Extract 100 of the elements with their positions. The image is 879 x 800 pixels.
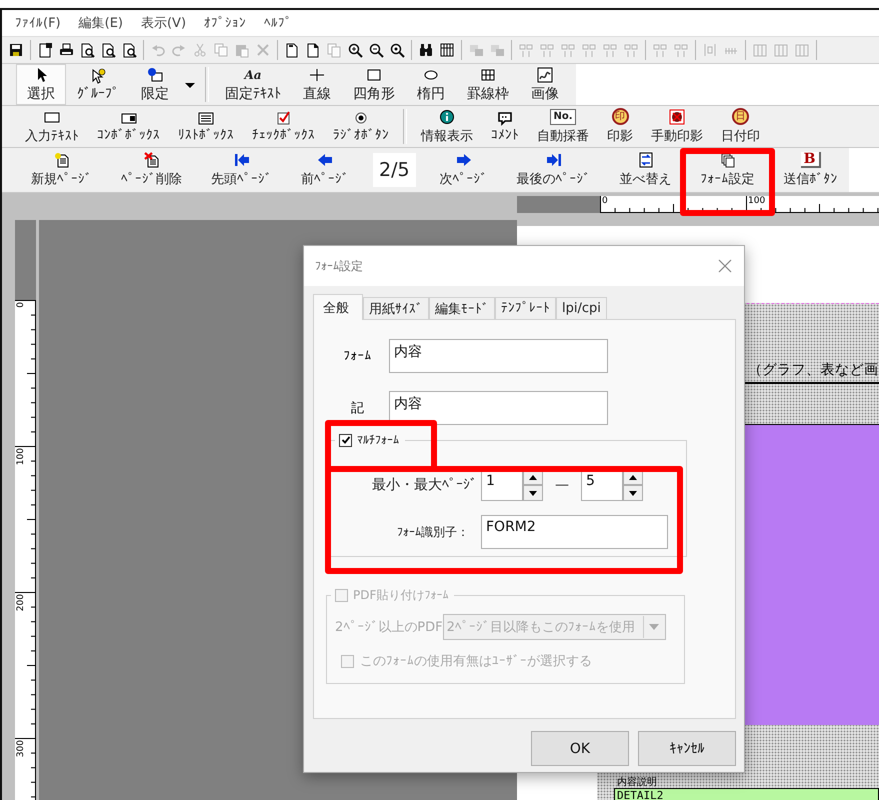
tool-button[interactable]: 情報表示: [412, 106, 482, 147]
ruler-label: 0: [602, 197, 608, 206]
menu-item[interactable]: ﾍﾙﾌﾟ: [255, 16, 302, 30]
ruler-label: 0: [17, 302, 26, 308]
page-magnifier-icon[interactable]: [121, 42, 137, 58]
page-magnifier-icon[interactable]: [100, 42, 116, 58]
tool-button[interactable]: No. 自動採番: [528, 106, 598, 147]
right-arrow-icon: [454, 152, 473, 168]
tool-button[interactable]: 罫線枠: [456, 64, 520, 105]
toolbar-button[interactable]: 前ﾍﾟｰｼﾞ: [296, 148, 354, 192]
tool-button[interactable]: ｺﾝﾎﾞﾎﾞｯｸｽ: [88, 106, 169, 147]
down-triangle-icon: [529, 490, 537, 496]
tool-button[interactable]: ｺﾒﾝﾄ: [482, 106, 528, 147]
last-page-icon: [544, 152, 563, 168]
tool-button[interactable]: 日 日付印: [712, 106, 769, 147]
rectangle-icon: [365, 66, 383, 82]
spin-down-button[interactable]: [623, 485, 643, 501]
spin-field[interactable]: 5: [581, 469, 623, 501]
grid-icon[interactable]: [439, 42, 455, 58]
range-dash: —: [555, 477, 569, 493]
tool-button[interactable]: ｸﾞﾙｰﾌﾟ: [66, 64, 130, 105]
tab[interactable]: lpi/cpi: [556, 297, 607, 319]
checkbox-label: ﾏﾙﾁﾌｫｰﾑ: [357, 433, 399, 447]
number-icon: No.: [550, 108, 576, 124]
ruler-label: 100: [17, 448, 26, 466]
zoom-out-icon[interactable]: [368, 42, 384, 58]
toolbar-button[interactable]: 次ﾍﾟｰｼﾞ: [434, 148, 493, 192]
printer-icon[interactable]: [58, 42, 74, 58]
left-arrow-icon: [316, 152, 334, 168]
field-label: 2ﾍﾟｰｼﾞ以上のPDF: [335, 619, 443, 636]
toolbar-button[interactable]: 並べ替え: [614, 148, 677, 192]
tab[interactable]: 全般: [313, 294, 363, 320]
letter-b-icon: B: [800, 152, 820, 168]
up-triangle-icon: [629, 474, 637, 480]
ruler-label: 100: [748, 197, 766, 206]
page-icon[interactable]: [284, 42, 300, 58]
tab[interactable]: 編集ﾓｰﾄﾞ: [429, 297, 495, 319]
stamp-icon: [668, 108, 686, 124]
seal-icon: 印: [612, 108, 628, 125]
field-label: ﾌｫｰﾑ: [344, 348, 372, 364]
tool-button[interactable]: 楕円: [406, 64, 456, 105]
tool-button[interactable]: 限定: [130, 64, 180, 105]
input-field[interactable]: 内容: [389, 391, 608, 425]
dialog-title: ﾌｫｰﾑ設定: [315, 258, 363, 274]
tool-button[interactable]: 印 印影: [598, 106, 642, 147]
tool-button[interactable]: 画像: [520, 64, 570, 105]
toolbar-button[interactable]: ﾍﾟｰｼﾞ削除: [116, 148, 187, 192]
delete-page-icon: [142, 152, 160, 168]
tool-button[interactable]: 手動印影: [642, 106, 712, 147]
caret-icon: [648, 624, 659, 630]
tool-button[interactable]: 選択: [16, 64, 66, 105]
zoom-icon[interactable]: [389, 42, 405, 58]
tool-button[interactable]: ﾁｪｯｸﾎﾞｯｸｽ: [243, 106, 324, 147]
pages-icon: [718, 152, 737, 168]
text-style-icon: Aa: [244, 66, 262, 82]
dialog-button[interactable]: ｷｬﾝｾﾙ: [638, 731, 736, 766]
menu-item[interactable]: ﾌｧｲﾙ(F): [6, 16, 70, 30]
swap-icon: [636, 152, 655, 168]
field-label: ﾌｫｰﾑ識別子：: [396, 524, 470, 540]
toolbar-button[interactable]: ﾌｫｰﾑ設定: [696, 148, 760, 192]
new-page-icon: [52, 152, 70, 168]
tool-button[interactable]: 四角形: [342, 64, 406, 105]
detail-field: DETAIL2: [614, 788, 879, 800]
tool-button[interactable]: Aa 固定ﾃｷｽﾄ: [214, 64, 292, 105]
document-icon[interactable]: [37, 42, 53, 58]
dialog-button[interactable]: OK: [531, 731, 629, 766]
tool-button[interactable]: ﾘｽﾄﾎﾞｯｸｽ: [169, 106, 243, 147]
zoom-in-icon[interactable]: [347, 42, 363, 58]
input-field[interactable]: FORM2: [481, 515, 668, 549]
toolbar-button[interactable]: 新規ﾍﾟｰｼﾞ: [26, 148, 97, 192]
save-icon[interactable]: [8, 42, 24, 58]
page-icon[interactable]: [305, 42, 321, 58]
page-magnifier-icon[interactable]: [79, 42, 95, 58]
checkbox-label: PDF貼り付けﾌｫｰﾑ: [353, 587, 448, 604]
cross-line-icon: [308, 66, 326, 82]
menu-item[interactable]: 編集(E): [70, 14, 132, 32]
tool-button[interactable]: ﾗｼﾞｵﾎﾞﾀﾝ: [324, 106, 398, 147]
page-indicator: 2/5: [373, 153, 416, 187]
tool-button[interactable]: 入力ﾃｷｽﾄ: [16, 106, 88, 147]
tab[interactable]: ﾃﾝﾌﾟﾚｰﾄ: [495, 297, 556, 319]
menu-item[interactable]: 表示(V): [132, 14, 196, 32]
toolbar-button[interactable]: B 送信ﾎﾞﾀﾝ: [778, 148, 843, 192]
binoculars-icon[interactable]: [418, 42, 434, 58]
input-field[interactable]: 内容: [389, 339, 608, 373]
close-icon[interactable]: [718, 259, 732, 273]
toolbar-button[interactable]: 先頭ﾍﾟｰｼﾞ: [206, 148, 277, 192]
spin-down-button[interactable]: [523, 485, 543, 501]
menu-item[interactable]: ｵﾌﾟｼｮﾝ: [195, 16, 256, 30]
tool-button[interactable]: 直線: [292, 64, 342, 105]
grid-icon: [479, 66, 497, 82]
up-triangle-icon: [529, 474, 537, 480]
ruler-label: 300: [17, 740, 26, 758]
checkbox-icon: [274, 110, 292, 126]
toolbar-button[interactable]: 最後のﾍﾟｰｼﾞ: [512, 148, 596, 192]
field-label: 内容説明: [617, 777, 658, 788]
checkbox[interactable]: [339, 434, 352, 446]
field-label: 最小・最大ﾍﾟｰｼﾞ: [371, 476, 478, 494]
spin-field[interactable]: 1: [481, 469, 523, 501]
tab[interactable]: 用紙ｻｲｽﾞ: [363, 297, 429, 319]
first-page-icon: [232, 152, 250, 168]
